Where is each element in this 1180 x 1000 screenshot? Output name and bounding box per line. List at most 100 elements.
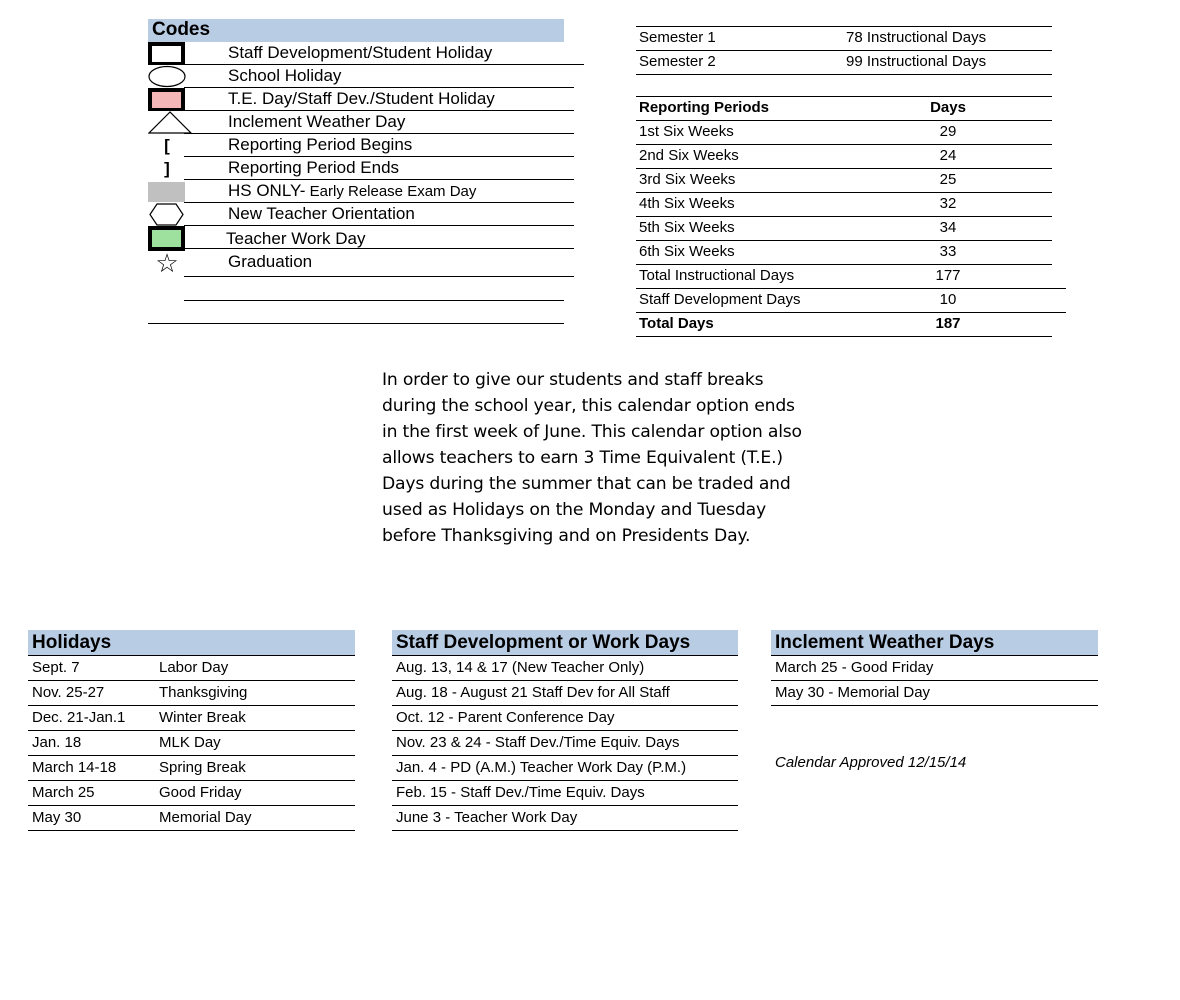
holiday-date: Dec. 21-Jan.1 (32, 709, 126, 726)
reporting-header-label: Reporting Periods (639, 99, 770, 116)
code-label: Inclement Weather Day (228, 112, 406, 131)
staff-day-row: Aug. 18 - August 21 Staff Dev for All St… (392, 681, 738, 706)
code-row: HS ONLY- Early Release Exam Day (148, 180, 574, 203)
period-name: 3rd Six Weeks (639, 171, 736, 188)
weather-days-title: Inclement Weather Days (771, 630, 1098, 656)
hexagon-icon (149, 203, 184, 226)
holiday-name: Good Friday (159, 784, 242, 801)
staff-day-text: Aug. 18 - August 21 Staff Dev for All St… (396, 684, 670, 701)
holiday-row: Nov. 25-27 Thanksgiving (28, 681, 355, 706)
approval-note: Calendar Approved 12/15/14 (775, 754, 967, 771)
holiday-row: March 25 Good Friday (28, 781, 355, 806)
pink-hatched-square-icon (148, 88, 185, 111)
staff-day-text: Feb. 15 - Staff Dev./Time Equiv. Days (396, 784, 645, 801)
code-row: T.E. Day/Staff Dev./Student Holiday (148, 88, 574, 111)
holiday-name: Memorial Day (159, 809, 252, 826)
holiday-name: Winter Break (159, 709, 246, 726)
reporting-period-row: 5th Six Weeks 34 (636, 217, 1052, 241)
weather-days-list: Inclement Weather Days March 25 - Good F… (771, 630, 1098, 706)
weather-day-text: March 25 - Good Friday (775, 659, 934, 676)
code-row: ] Reporting Period Ends (148, 157, 574, 180)
calendar-note: In order to give our students and staff … (382, 370, 802, 546)
codes-title: Codes (148, 19, 564, 42)
period-days: 177 (935, 267, 961, 284)
code-label: Reporting Period Begins (228, 135, 413, 154)
code-row: Teacher Work Day (148, 226, 574, 251)
semester-days: 99 Instructional Days (846, 53, 987, 70)
semester-row: Semester 1 78 Instructional Days (636, 27, 1052, 51)
period-name: 6th Six Weeks (639, 243, 735, 260)
holiday-name: Spring Break (159, 759, 246, 776)
holiday-name: Thanksgiving (159, 684, 248, 701)
holiday-name: Labor Day (159, 659, 229, 676)
period-name: 4th Six Weeks (639, 195, 735, 212)
weather-day-row: March 25 - Good Friday (771, 656, 1098, 681)
period-name: Staff Development Days (639, 291, 801, 308)
total-days-label: Total Days (639, 315, 714, 332)
code-row: Inclement Weather Day (148, 111, 574, 134)
code-label: T.E. Day/Staff Dev./Student Holiday (228, 89, 495, 108)
staff-day-text: Oct. 12 - Parent Conference Day (396, 709, 615, 726)
days-header-label: Days (930, 99, 966, 116)
staff-day-row: Aug. 13, 14 & 17 (New Teacher Only) (392, 656, 738, 681)
holiday-date: Jan. 18 (32, 734, 82, 751)
close-bracket-icon: ] (164, 159, 170, 178)
oval-icon (148, 65, 186, 88)
semester-table: Semester 1 78 Instructional Days Semeste… (636, 26, 1052, 75)
staff-day-text: June 3 - Teacher Work Day (396, 809, 578, 826)
period-name: Total Instructional Days (639, 267, 795, 284)
holidays-title: Holidays (28, 630, 355, 656)
period-days: 32 (939, 195, 957, 212)
reporting-period-row: 6th Six Weeks 33 (636, 241, 1052, 265)
reporting-periods-table: Reporting Periods Days 1st Six Weeks 29 2n… (636, 96, 1066, 337)
period-name: 5th Six Weeks (639, 219, 735, 236)
code-row: ☆ Graduation (148, 250, 574, 277)
staff-day-text: Aug. 13, 14 & 17 (New Teacher Only) (396, 659, 645, 676)
reporting-period-row: 1st Six Weeks 29 (636, 121, 1052, 145)
period-days: 33 (939, 243, 957, 260)
holiday-row: March 14-18 Spring Break (28, 756, 355, 781)
holiday-date: May 30 (32, 809, 82, 826)
period-days: 24 (939, 147, 957, 164)
holiday-date: Sept. 7 (32, 659, 80, 676)
code-row: Staff Development/Student Holiday (148, 42, 584, 65)
holiday-row: May 30 Memorial Day (28, 806, 355, 831)
holiday-date: March 25 (32, 784, 95, 801)
staff-day-text: Nov. 23 & 24 - Staff Dev./Time Equiv. Da… (396, 734, 680, 751)
reporting-period-row: Total Instructional Days 177 (636, 265, 1066, 289)
staff-day-row: June 3 - Teacher Work Day (392, 806, 738, 831)
semester-days: 78 Instructional Days (846, 29, 987, 46)
holiday-name: MLK Day (159, 734, 221, 751)
period-days: 34 (939, 219, 957, 236)
staff-day-text: Jan. 4 - PD (A.M.) Teacher Work Day (P.M… (396, 759, 687, 776)
holiday-row: Dec. 21-Jan.1 Winter Break (28, 706, 355, 731)
holiday-date: March 14-18 (32, 759, 117, 776)
total-days-row: Total Days 187 (636, 313, 1052, 337)
period-name: 2nd Six Weeks (639, 147, 739, 164)
code-row: School Holiday (148, 65, 574, 88)
blank-line (148, 323, 564, 324)
triangle-icon (148, 111, 192, 134)
holiday-date: Nov. 25-27 (32, 684, 105, 701)
reporting-period-row: 4th Six Weeks 32 (636, 193, 1052, 217)
reporting-header-row: Reporting Periods Days (636, 97, 1052, 121)
period-days: 10 (939, 291, 957, 308)
semester-row: Semester 2 99 Instructional Days (636, 51, 1052, 75)
holiday-row: Sept. 7 Labor Day (28, 656, 355, 681)
holidays-list: Holidays Sept. 7 Labor Day Nov. 25-27 Thank… (28, 630, 355, 831)
staff-day-row: Jan. 4 - PD (A.M.) Teacher Work Day (P.M… (392, 756, 738, 781)
gray-square-icon (148, 182, 185, 202)
staff-day-row: Oct. 12 - Parent Conference Day (392, 706, 738, 731)
holiday-row: Jan. 18 MLK Day (28, 731, 355, 756)
staff-day-row: Feb. 15 - Staff Dev./Time Equiv. Days (392, 781, 738, 806)
reporting-period-row: 2nd Six Weeks 24 (636, 145, 1052, 169)
period-days: 25 (939, 171, 957, 188)
code-label: Reporting Period Ends (228, 158, 400, 177)
code-label: New Teacher Orientation (228, 204, 415, 223)
weather-day-row: May 30 - Memorial Day (771, 681, 1098, 706)
reporting-period-row: Staff Development Days 10 (636, 289, 1066, 313)
code-label: Graduation (228, 252, 313, 271)
code-row: New Teacher Orientation (148, 203, 574, 226)
codes-legend: Codes Staff Development/Student Holiday … (148, 19, 584, 324)
code-row: [ Reporting Period Begins (148, 134, 574, 157)
